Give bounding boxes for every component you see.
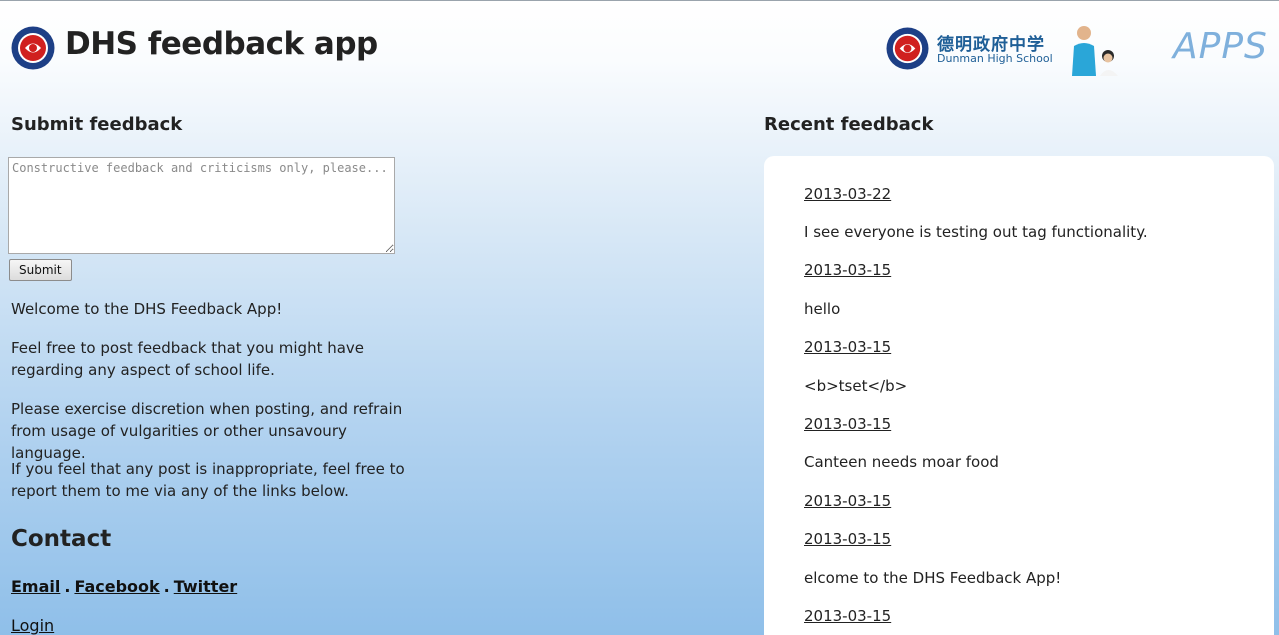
- link-separator: .: [163, 577, 170, 596]
- app-title[interactable]: DHS feedback app: [65, 26, 378, 62]
- submit-button[interactable]: Submit: [9, 259, 72, 281]
- page-header: DHS feedback app 德明政府中学 Dunman High Scho…: [0, 0, 1279, 92]
- feedback-date-link[interactable]: 2013-03-15: [804, 338, 891, 356]
- twitter-link[interactable]: Twitter: [174, 577, 237, 596]
- report-text: If you feel that any post is inappropria…: [11, 460, 405, 500]
- feedback-message: hello: [804, 300, 841, 318]
- school-crest-icon[interactable]: [11, 26, 55, 70]
- welcome-text: Welcome to the DHS Feedback App!: [11, 300, 283, 318]
- info-text: Feel free to post feedback that you migh…: [11, 339, 365, 379]
- feedback-input[interactable]: [8, 157, 395, 254]
- recent-feedback-panel: 2013-03-22 I see everyone is testing out …: [764, 156, 1274, 635]
- submit-feedback-heading: Submit feedback: [11, 114, 183, 135]
- email-link[interactable]: Email: [11, 577, 60, 596]
- feedback-message: elcome to the DHS Feedback App!: [804, 569, 1062, 587]
- feedback-message: I see everyone is testing out tag functi…: [804, 223, 1148, 241]
- login-link[interactable]: Login: [11, 616, 54, 635]
- school-name-english: Dunman High School: [937, 52, 1053, 65]
- feedback-date-link[interactable]: 2013-03-15: [804, 261, 891, 279]
- link-separator: .: [64, 577, 71, 596]
- feedback-message: <b>tset</b>: [804, 377, 908, 395]
- facebook-link[interactable]: Facebook: [74, 577, 159, 596]
- feedback-date-link[interactable]: 2013-03-15: [804, 492, 891, 510]
- feedback-date-link[interactable]: 2013-03-15: [804, 607, 891, 625]
- apps-label[interactable]: APPS: [1173, 26, 1268, 67]
- feedback-message: Canteen needs moar food: [804, 453, 999, 471]
- feedback-date-link[interactable]: 2013-03-15: [804, 415, 891, 433]
- school-crest-icon: [886, 27, 929, 70]
- school-banner[interactable]: 德明政府中学 Dunman High School: [886, 24, 1126, 76]
- discretion-text: Please exercise discretion when posting,…: [11, 400, 403, 462]
- recent-feedback-heading: Recent feedback: [764, 114, 934, 135]
- people-photo-icon: [1072, 26, 1118, 76]
- contact-links: Email. Facebook. Twitter: [11, 577, 237, 596]
- feedback-date-link[interactable]: 2013-03-15: [804, 530, 891, 548]
- feedback-date-link[interactable]: 2013-03-22: [804, 185, 891, 203]
- contact-heading: Contact: [11, 526, 112, 552]
